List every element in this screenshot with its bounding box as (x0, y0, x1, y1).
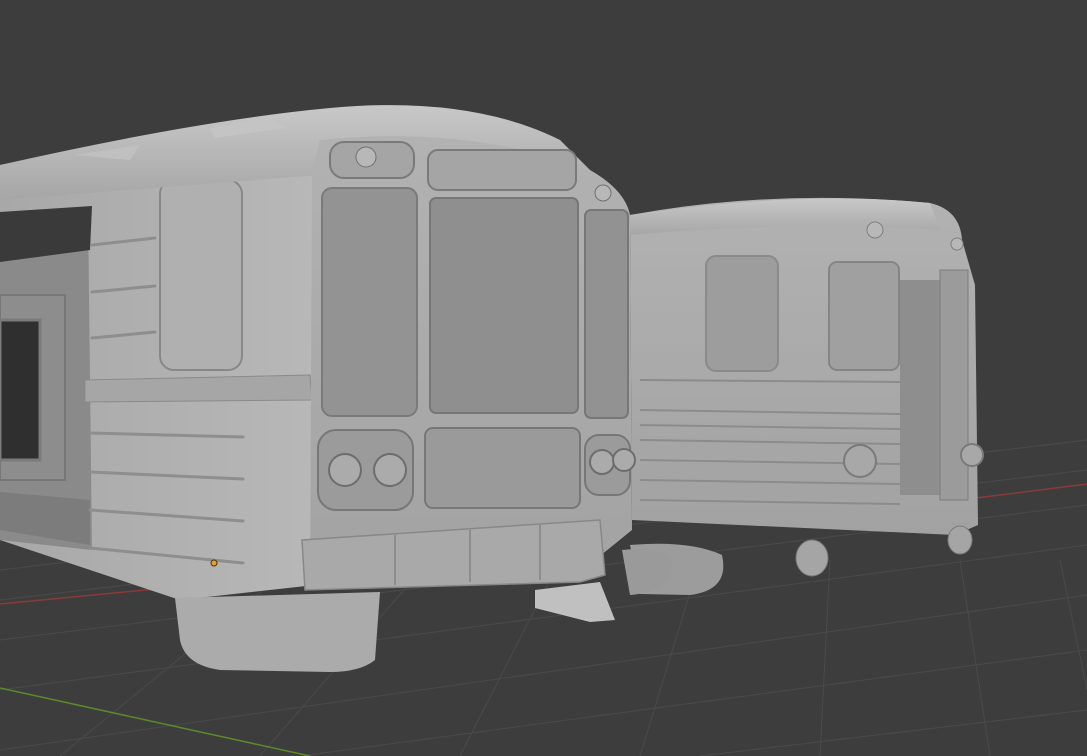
3d-viewport[interactable] (0, 0, 1087, 756)
y-axis-line (0, 687, 311, 756)
origin-marker[interactable] (210, 559, 218, 567)
x-axis-line-far (959, 483, 1087, 501)
viewport-canvas[interactable] (0, 0, 1087, 756)
near-train-car[interactable] (0, 105, 672, 672)
far-train-car[interactable] (630, 197, 984, 595)
